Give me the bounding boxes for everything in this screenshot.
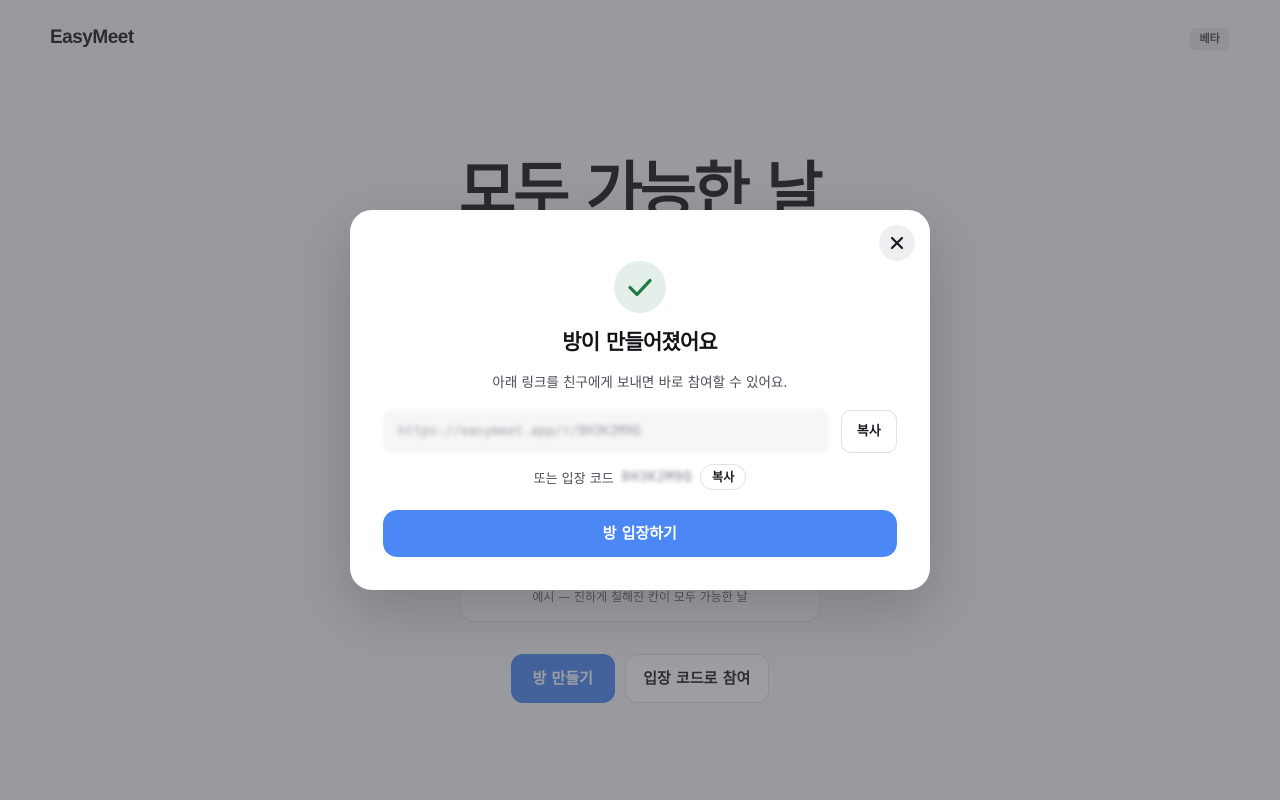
modal-title: 방이 만들어졌어요 — [562, 330, 718, 354]
copy-code-button[interactable]: 복사 — [700, 464, 747, 490]
copy-link-button[interactable]: 복사 — [841, 410, 897, 453]
close-icon — [890, 236, 904, 250]
entry-code-value: 8H3K2M9Q — [621, 469, 693, 485]
entry-code-row: 또는 입장 코드 8H3K2M9Q 복사 — [350, 464, 930, 490]
entry-code-label: 또는 입장 코드 — [533, 471, 614, 487]
enter-room-button[interactable]: 방 입장하기 — [383, 510, 897, 557]
modal-description: 아래 링크를 친구에게 보내면 바로 참여할 수 있어요. — [492, 375, 788, 391]
close-button[interactable] — [879, 225, 915, 261]
room-link-field[interactable]: https://easymeet.app/r/8H3K2M9Q — [383, 410, 829, 453]
check-icon — [628, 278, 652, 297]
room-created-modal: 방이 만들어졌어요 아래 링크를 친구에게 보내면 바로 참여할 수 있어요. … — [350, 210, 930, 590]
success-badge — [614, 261, 666, 313]
